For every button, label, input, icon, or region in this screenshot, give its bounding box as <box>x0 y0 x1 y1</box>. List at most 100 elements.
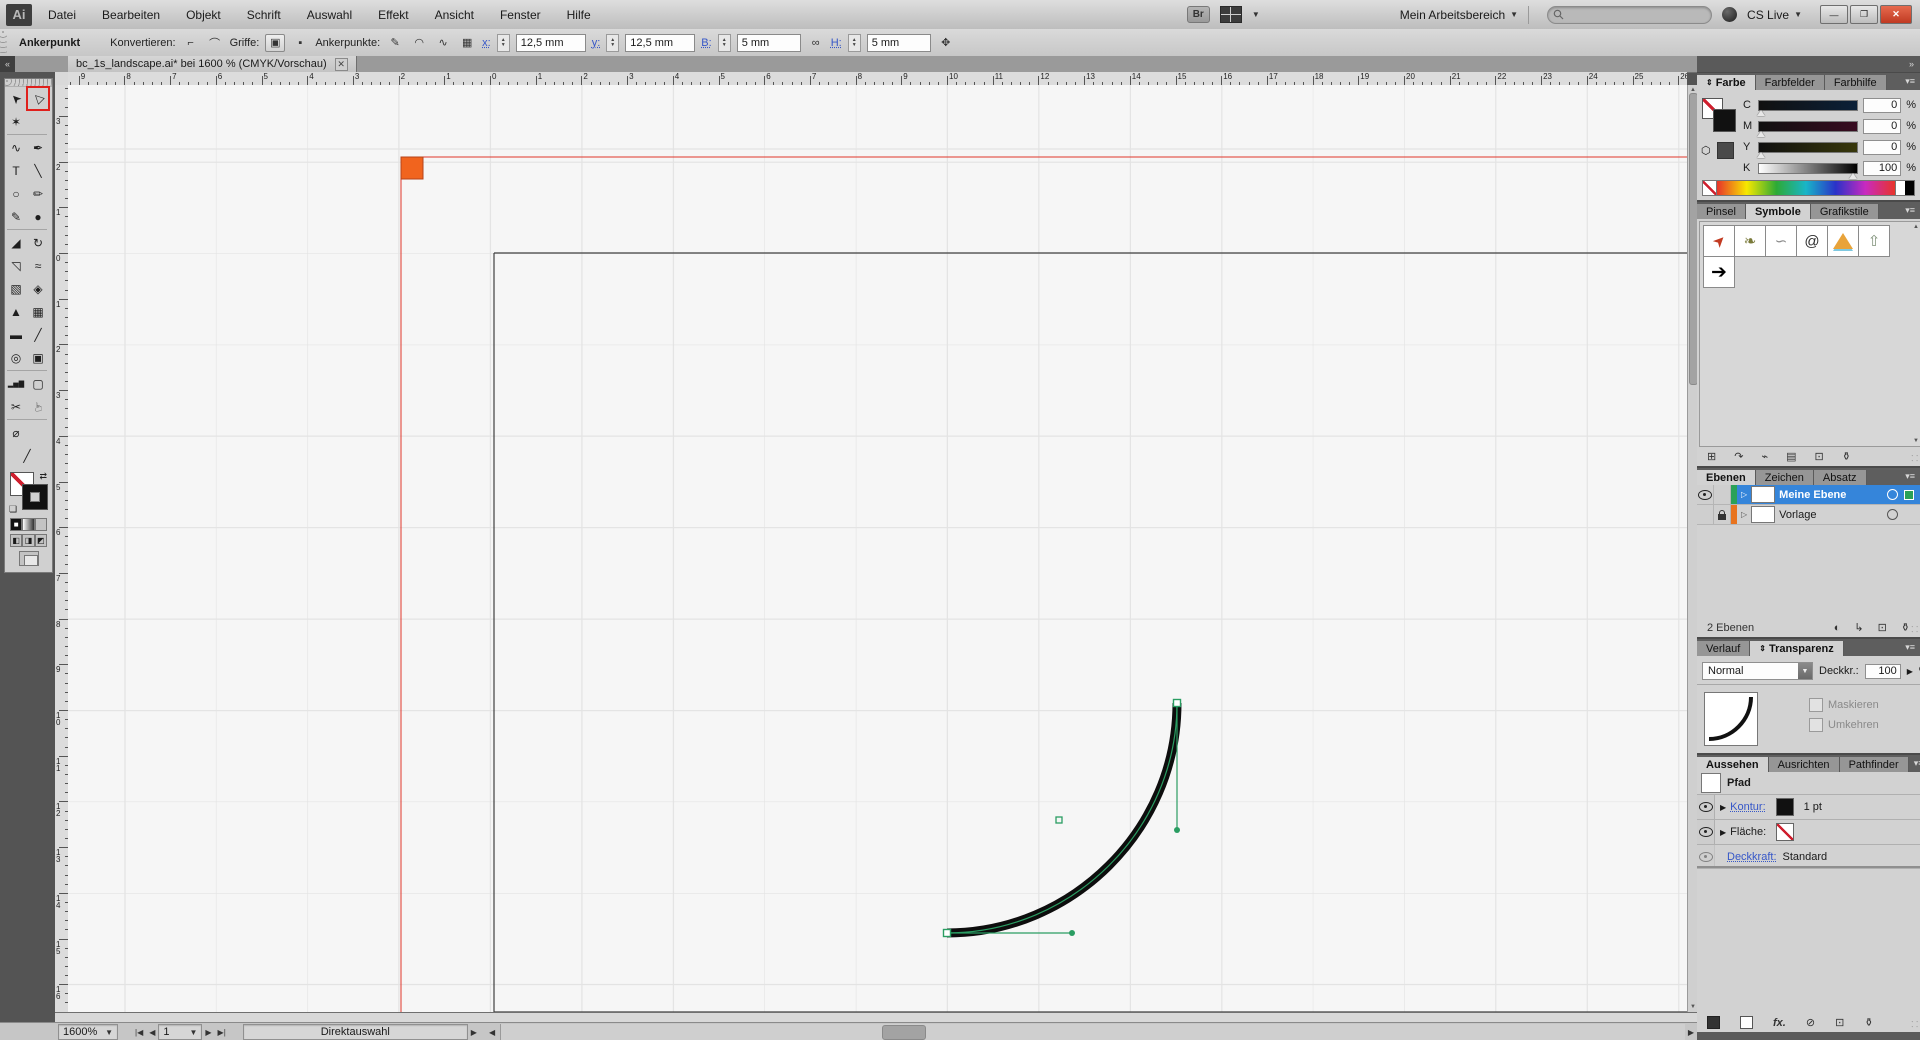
remove-anchor-icon[interactable]: ✎ <box>386 35 404 51</box>
rotate-tool[interactable]: ↻ <box>27 231 49 254</box>
lasso-tool[interactable]: ∿ <box>5 136 27 159</box>
selection-tool[interactable]: ➤ <box>5 87 27 110</box>
lock-toggle[interactable] <box>1714 485 1731 504</box>
scroll-up-icon[interactable]: ▲ <box>1911 222 1920 232</box>
tab-verlauf[interactable]: Verlauf <box>1697 641 1750 656</box>
layer-row-vorlage[interactable]: ▷ Vorlage <box>1697 505 1920 525</box>
draw-behind-icon[interactable]: ◨ <box>22 534 34 547</box>
umkehren-checkbox[interactable] <box>1809 718 1823 732</box>
swap-fill-stroke-icon[interactable]: ⇄ <box>39 471 47 482</box>
menu-item-fenster[interactable]: Fenster <box>500 8 541 22</box>
scroll-left-icon[interactable]: ◀ <box>486 1028 498 1037</box>
tab-farbhilfe[interactable]: Farbhilfe <box>1825 75 1887 90</box>
new-stroke-icon[interactable] <box>1707 1016 1720 1029</box>
panel-menu-icon[interactable]: ▾≡ <box>1900 205 1920 216</box>
new-sublayer-icon[interactable]: ↳ <box>1854 621 1863 634</box>
isolate-selection-icon[interactable]: ▦ <box>458 35 476 51</box>
free-transform-tool[interactable]: ▧ <box>5 277 27 300</box>
k-slider[interactable] <box>1758 163 1858 174</box>
none-swatch[interactable] <box>1703 181 1717 195</box>
duplicate-item-icon[interactable]: ⊡ <box>1835 1016 1844 1029</box>
scroll-down-icon[interactable]: ▼ <box>1911 436 1920 446</box>
add-effect-icon[interactable]: fx. <box>1773 1017 1786 1029</box>
clear-appearance-icon[interactable]: ⊘ <box>1806 1016 1815 1029</box>
restore-button[interactable]: ❐ <box>1850 5 1878 24</box>
convert-to-smooth-icon[interactable]: ⌒ <box>206 35 224 51</box>
new-fill-icon[interactable] <box>1740 1016 1753 1029</box>
layer-thumbnail[interactable] <box>1751 486 1775 503</box>
layer-name[interactable]: Meine Ebene <box>1779 489 1846 501</box>
tab-pinsel[interactable]: Pinsel <box>1697 204 1746 219</box>
visibility-toggle[interactable] <box>1697 505 1714 524</box>
column-graph-tool[interactable]: ▂▅▇ <box>5 372 27 395</box>
document-tab[interactable]: bc_1s_landscape.ai* bei 1600 % (CMYK/Vor… <box>68 56 357 72</box>
direction-handle-endpoint[interactable] <box>1069 930 1075 936</box>
white-swatch[interactable] <box>1895 181 1905 195</box>
height-link[interactable]: H: <box>831 37 842 49</box>
menu-item-hilfe[interactable]: Hilfe <box>567 8 591 22</box>
delete-item-icon[interactable]: ⚱ <box>1864 1016 1873 1029</box>
eraser-tool[interactable]: ◢ <box>5 231 27 254</box>
y-slider[interactable] <box>1758 142 1858 153</box>
search-input[interactable] <box>1547 6 1712 24</box>
visibility-toggle[interactable] <box>1697 820 1715 844</box>
width-tool[interactable]: ≈ <box>27 254 49 277</box>
delete-layer-icon[interactable]: ⚱ <box>1901 621 1910 634</box>
symbol-black-arrow[interactable]: ➔ <box>1703 256 1735 288</box>
kontur-link[interactable]: Kontur: <box>1730 801 1765 813</box>
slider-marker-icon[interactable] <box>1757 110 1765 116</box>
tab-farbe[interactable]: ⇕Farbe <box>1697 75 1756 90</box>
hand-tool[interactable]: ☞ <box>27 395 49 418</box>
artboard-tool[interactable]: ▢ <box>27 372 49 395</box>
bridge-button[interactable]: Br <box>1187 6 1210 23</box>
deckkraft-link[interactable]: Deckkraft: <box>1727 851 1777 863</box>
y-spinner[interactable]: ▲▼ <box>606 34 619 52</box>
layer-row-meine-ebene[interactable]: ▷ Meine Ebene <box>1697 485 1920 505</box>
cmyk-cube-icon[interactable]: ⬡ <box>1701 144 1711 157</box>
c-value-field[interactable]: 0 <box>1863 98 1901 113</box>
delete-symbol-icon[interactable]: ⚱ <box>1842 450 1851 463</box>
workspace-switcher[interactable]: Mein Arbeitsbereich▼ <box>1400 8 1518 22</box>
fill-color-swatch[interactable] <box>1776 823 1794 841</box>
tab-zeichen[interactable]: Zeichen <box>1756 470 1814 485</box>
ellipse-tool[interactable]: ○ <box>5 182 27 205</box>
height-field[interactable]: 5 mm <box>867 34 931 52</box>
gradient-tool[interactable]: ▬ <box>5 323 27 346</box>
minimize-button[interactable]: — <box>1820 5 1848 24</box>
guide-origin-marker[interactable] <box>401 157 423 179</box>
first-artboard-icon[interactable]: |◀ <box>132 1028 146 1037</box>
slider-marker-icon[interactable] <box>1757 131 1765 137</box>
perspective-grid-tool[interactable]: ▲ <box>5 300 27 323</box>
flaeche-label[interactable]: Fläche: <box>1730 826 1766 838</box>
arrange-documents-icon[interactable] <box>1220 6 1242 23</box>
blend-tool[interactable]: ◎ <box>5 346 27 369</box>
y-value-field[interactable]: 0 <box>1863 140 1901 155</box>
lock-toggle[interactable] <box>1714 505 1731 524</box>
pencil-tool[interactable]: ✎ <box>5 205 27 228</box>
panel-grip[interactable] <box>0 29 7 56</box>
symbol-sprayer-tool[interactable]: ▣ <box>27 346 49 369</box>
app-logo-icon[interactable]: Ai <box>6 4 32 26</box>
stroke-swatch[interactable] <box>22 484 48 510</box>
tab-aussehen[interactable]: Aussehen <box>1697 757 1769 772</box>
blob-brush-tool[interactable]: ● <box>27 205 49 228</box>
slider-marker-icon[interactable] <box>1849 173 1857 179</box>
c-slider[interactable] <box>1758 100 1858 111</box>
tools-grip[interactable] <box>5 79 52 87</box>
panel-menu-icon[interactable]: ▾≡ <box>1909 758 1920 769</box>
black-swatch[interactable] <box>1905 181 1914 195</box>
type-tool[interactable]: T <box>5 159 27 182</box>
scale-tool[interactable]: ◹ <box>5 254 27 277</box>
width-field[interactable]: 5 mm <box>737 34 801 52</box>
prev-artboard-icon[interactable]: ◀ <box>146 1028 158 1037</box>
collapse-left-icon[interactable]: « <box>0 56 15 72</box>
m-slider[interactable] <box>1758 121 1858 132</box>
horizontal-scrollbar[interactable] <box>500 1024 1685 1040</box>
tab-farbfelder[interactable]: Farbfelder <box>1756 75 1825 90</box>
x-field[interactable]: 12,5 mm <box>516 34 586 52</box>
make-clipping-mask-icon[interactable]: ◐ <box>1834 622 1841 634</box>
knife-tool[interactable]: ╱ <box>5 444 49 467</box>
link-dimensions-icon[interactable]: ∞ <box>807 35 825 51</box>
panel-menu-icon[interactable]: ▾≡ <box>1900 642 1920 653</box>
line-segment-tool[interactable]: ╲ <box>27 159 49 182</box>
